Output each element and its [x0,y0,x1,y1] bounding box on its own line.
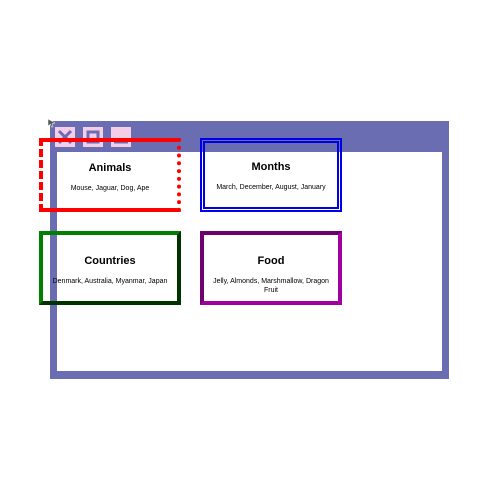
card-months[interactable]: Months March, December, August, January [200,138,342,212]
card-title: Food [257,255,285,267]
card-food[interactable]: Food Jelly, Almonds, Marshmallow, Dragon… [200,231,342,305]
card-items: March, December, August, January [216,184,326,191]
card-animals[interactable]: Animals Mouse, Jaguar, Dog, Ape [39,138,181,212]
card-items: Mouse, Jaguar, Dog, Ape [70,185,150,192]
card-title: Countries [84,255,136,267]
card-countries[interactable]: Countries Denmark, Australia, Myanmar, J… [39,231,181,305]
cursor-icon [47,118,56,128]
card-items: Denmark, Australia, Myanmar, Japan [52,278,168,285]
card-title: Animals [88,162,132,174]
card-items: Jelly, Almonds, Marshmallow, Dragon Frui… [213,278,329,294]
card-title: Months [251,161,291,173]
